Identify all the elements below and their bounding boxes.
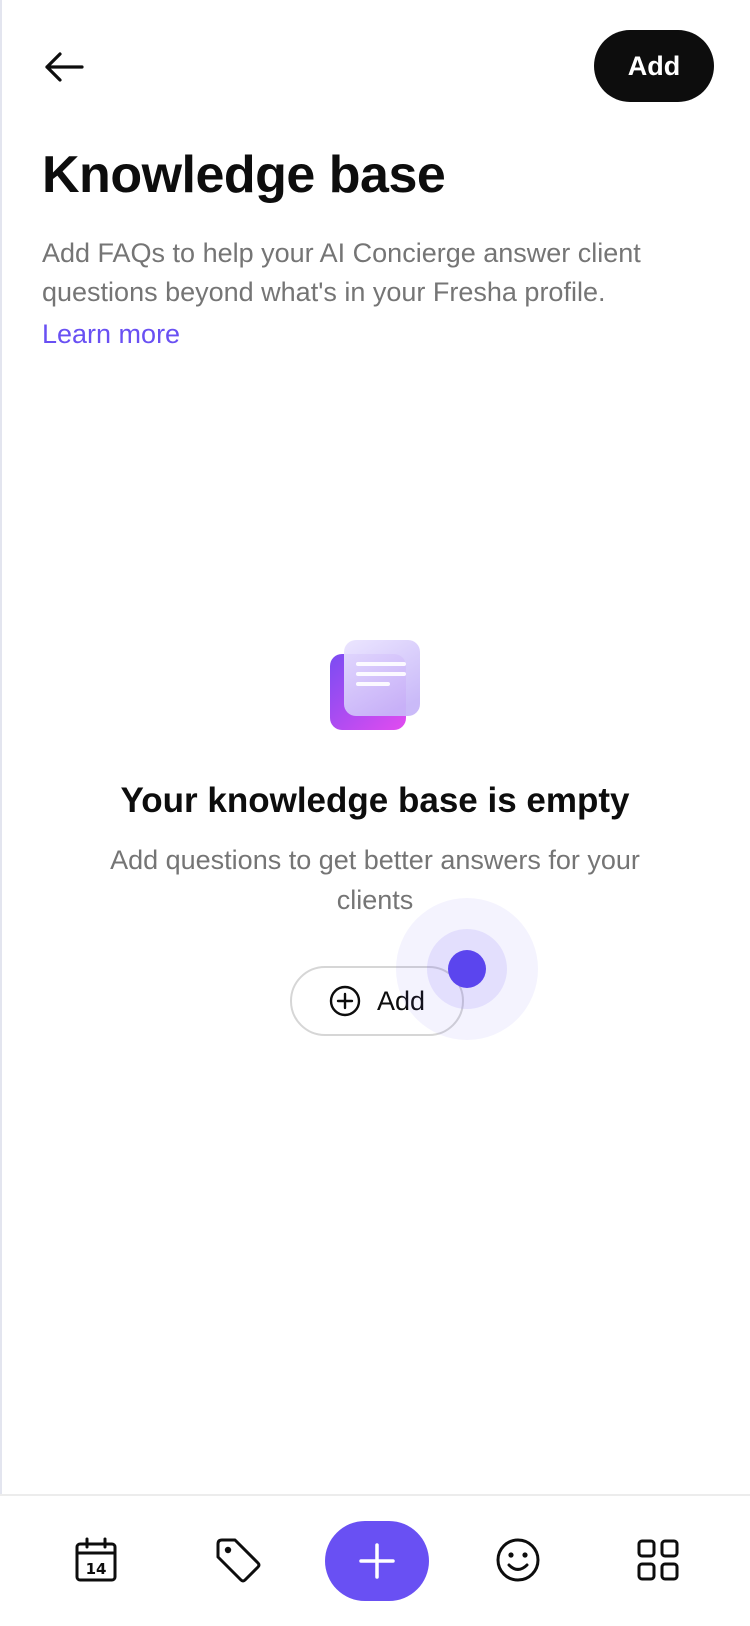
plus-icon — [359, 1543, 395, 1579]
plus-circle-icon — [329, 985, 361, 1017]
page-title: Knowledge base — [42, 146, 446, 204]
nav-sales[interactable] — [198, 1496, 278, 1624]
grid-icon — [637, 1539, 679, 1581]
nav-add-button[interactable] — [325, 1521, 429, 1601]
back-button[interactable] — [36, 42, 92, 92]
nav-calendar[interactable]: 14 — [56, 1496, 136, 1624]
tag-icon — [216, 1538, 261, 1583]
document-stack-icon — [330, 638, 426, 734]
smiley-icon — [496, 1538, 540, 1582]
add-question-button[interactable]: Add — [290, 966, 464, 1036]
empty-state-subtitle: Add questions to get better answers for … — [110, 845, 640, 915]
add-question-label: Add — [376, 985, 426, 1016]
page-description: Add FAQs to help your AI Concierge answe… — [42, 238, 641, 307]
nav-more[interactable] — [618, 1496, 698, 1624]
nav-clients[interactable] — [478, 1496, 558, 1624]
learn-more-link[interactable]: Learn more — [42, 315, 180, 354]
arrow-left-icon — [45, 52, 84, 82]
bottom-navigation: 14 — [0, 1494, 750, 1626]
add-button-header[interactable]: Add — [594, 30, 714, 102]
calendar-day-number: 14 — [85, 1560, 107, 1578]
calendar-icon: 14 — [74, 1537, 118, 1583]
empty-state-title: Your knowledge base is empty — [120, 781, 630, 820]
